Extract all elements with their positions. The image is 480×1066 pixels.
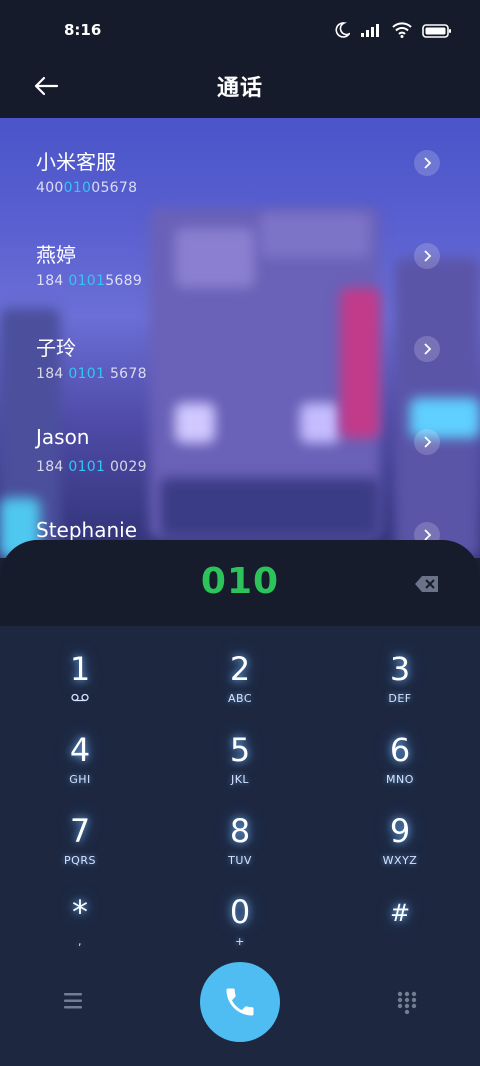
app-header: 通话 xyxy=(0,62,480,118)
menu-icon xyxy=(64,993,82,1009)
dial-actions xyxy=(0,960,480,1066)
contact-row[interactable]: 小米客服 40001005678 xyxy=(0,118,480,211)
key-1[interactable]: 1 xyxy=(0,626,160,706)
key-0[interactable]: 0 + xyxy=(160,869,320,949)
chevron-right-icon xyxy=(424,436,432,448)
key-star[interactable]: * , xyxy=(0,869,160,949)
status-icons xyxy=(334,22,452,38)
dial-panel: 010 1 2 ABC 3 DEF 4 GHI 5 JKL 6 MNO 7 PQ… xyxy=(0,540,480,1066)
contact-detail-button[interactable] xyxy=(414,243,440,269)
top-bar: 8:16 通话 xyxy=(0,0,480,118)
page-title: 通话 xyxy=(216,76,263,101)
chevron-right-icon xyxy=(424,157,432,169)
contact-row[interactable]: Jason 184 0101 0029 xyxy=(0,397,480,490)
contact-name: 小米客服 xyxy=(36,150,116,174)
contact-name: Jason xyxy=(36,425,90,449)
phone-icon xyxy=(226,988,254,1016)
chevron-right-icon xyxy=(424,343,432,355)
signal-icon xyxy=(360,22,382,38)
contact-row[interactable]: 燕婷 184 01015689 xyxy=(0,211,480,304)
dialpad-toggle-button[interactable] xyxy=(396,990,418,1015)
key-3[interactable]: 3 DEF xyxy=(320,626,480,706)
key-9[interactable]: 9 WXYZ xyxy=(320,788,480,868)
contact-name: Stephanie xyxy=(36,518,138,542)
contact-detail-button[interactable] xyxy=(414,150,440,176)
contact-name: 燕婷 xyxy=(36,243,76,267)
status-time: 8:16 xyxy=(64,21,102,39)
key-hash[interactable]: # xyxy=(320,869,480,949)
contact-row[interactable]: 子玲 184 0101 5678 xyxy=(0,304,480,397)
key-6[interactable]: 6 MNO xyxy=(320,707,480,787)
key-7[interactable]: 7 PQRS xyxy=(0,788,160,868)
entered-number: 010 xyxy=(200,561,280,602)
key-2[interactable]: 2 ABC xyxy=(160,626,320,706)
backspace-icon xyxy=(415,576,438,592)
chevron-right-icon xyxy=(424,250,432,262)
menu-button[interactable] xyxy=(60,990,86,1012)
delete-button[interactable] xyxy=(414,574,440,594)
voicemail-icon xyxy=(0,692,160,705)
contact-number: 184 0101 5678 xyxy=(36,366,147,382)
dialpad-icon xyxy=(397,991,417,1015)
contact-number: 184 01015689 xyxy=(36,273,143,289)
contact-detail-button[interactable] xyxy=(414,336,440,362)
call-button[interactable] xyxy=(200,962,280,1042)
status-bar: 8:16 xyxy=(0,0,480,62)
wifi-icon xyxy=(392,22,412,38)
contact-suggestions: 小米客服 40001005678 燕婷 184 01015689 子玲 184 … xyxy=(0,118,480,558)
dial-display: 010 xyxy=(0,540,480,626)
key-5[interactable]: 5 JKL xyxy=(160,707,320,787)
battery-icon xyxy=(422,23,452,38)
contact-number: 184 0101 0029 xyxy=(36,459,147,475)
contact-name: 子玲 xyxy=(36,336,76,360)
contact-number: 40001005678 xyxy=(36,180,138,196)
key-8[interactable]: 8 TUV xyxy=(160,788,320,868)
moon-icon xyxy=(334,22,352,38)
contact-detail-button[interactable] xyxy=(414,429,440,455)
key-4[interactable]: 4 GHI xyxy=(0,707,160,787)
